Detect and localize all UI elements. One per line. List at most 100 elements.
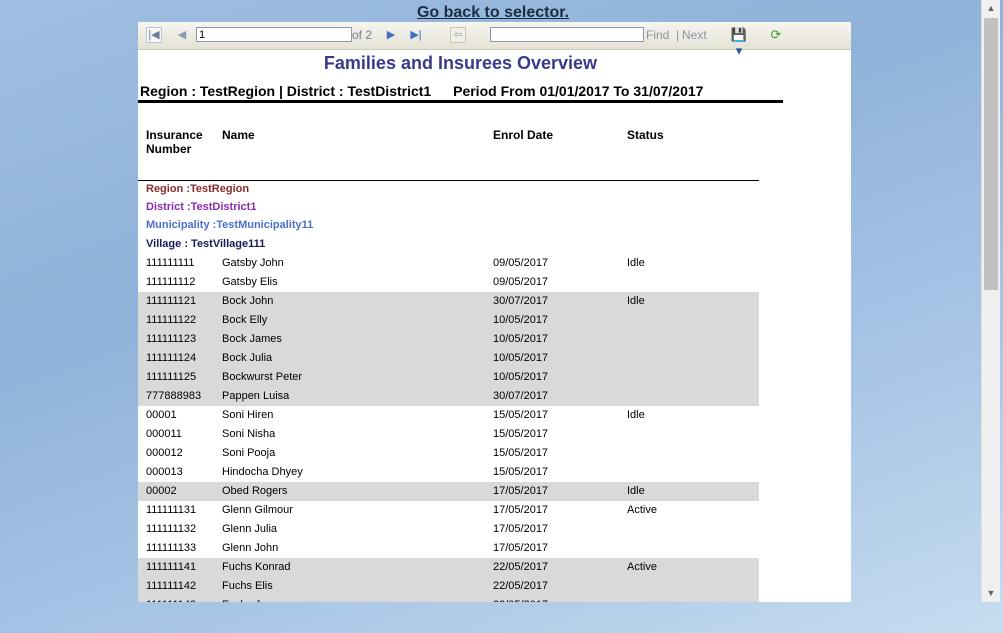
enrol-date-cell: 10/05/2017: [493, 314, 549, 326]
insurance-number-cell: 111111122: [146, 314, 197, 326]
header-status: Status: [627, 128, 664, 142]
report-subtitle: Region : TestRegion | District : TestDis…: [140, 83, 703, 99]
name-cell: Glenn Julia: [222, 523, 278, 535]
table-row: 111111125 Bockwurst Peter 10/05/2017: [138, 368, 759, 387]
find-next-link[interactable]: Next: [682, 27, 707, 43]
name-cell: Fuchs Jane: [222, 596, 279, 602]
page-count: of 2: [352, 28, 373, 42]
page-number-input[interactable]: [196, 27, 352, 42]
name-cell: Hindocha Dhyey: [222, 466, 303, 478]
name-cell: Bock Elly: [222, 314, 268, 326]
header-name: Name: [222, 128, 255, 142]
table-row: 00002 Obed Rogers 17/05/2017 Idle: [138, 482, 759, 501]
next-page-icon[interactable]: ▶: [383, 27, 399, 43]
name-cell: Gatsby Elis: [222, 276, 278, 288]
table-row: 111111131 Glenn Gilmour 17/05/2017 Active: [138, 501, 759, 520]
name-cell: Soni Nisha: [222, 428, 276, 440]
header-enrol-date: Enrol Date: [493, 128, 554, 142]
table-row: 111111121 Bock John 30/07/2017 Idle: [138, 292, 759, 311]
table-row: 111111112 Gatsby Elis 09/05/2017: [138, 273, 759, 292]
insurance-number-cell: 00002: [146, 485, 177, 497]
name-cell: Fuchs Elis: [222, 580, 273, 592]
enrol-date-cell: 22/05/2017: [493, 580, 549, 592]
table-row: 000011 Soni Nisha 15/05/2017: [138, 425, 759, 444]
region-district-label: Region : TestRegion | District : TestDis…: [140, 83, 432, 99]
insurance-number-cell: 777888983: [146, 390, 202, 402]
enrol-date-cell: 17/05/2017: [493, 485, 549, 497]
insurance-number-cell: 000012: [146, 447, 183, 459]
enrol-date-cell: 15/05/2017: [493, 466, 549, 478]
table-row: 111111143 Fuchs Jane 22/05/2017: [138, 596, 759, 602]
status-cell: Idle: [627, 257, 645, 269]
back-to-parent-icon[interactable]: ⇦: [450, 27, 466, 43]
table-row: 000012 Soni Pooja 15/05/2017: [138, 444, 759, 463]
insurance-number-cell: 111111143: [146, 596, 196, 602]
name-cell: Gatsby John: [222, 257, 284, 269]
name-cell: Glenn John: [222, 542, 279, 554]
enrol-date-cell: 22/05/2017: [493, 561, 549, 573]
table-row: 111111133 Glenn John 17/05/2017: [138, 539, 759, 558]
report-toolbar: |◀ ◀ of 2 ▶ ▶| ⇦ Find | Next 💾▾ ⟳: [138, 22, 851, 58]
scroll-up-icon[interactable]: ▲: [982, 0, 1000, 17]
previous-page-icon[interactable]: ◀: [174, 27, 190, 43]
table-row: 777888983 Pappen Luisa 30/07/2017: [138, 387, 759, 406]
name-cell: Fuchs Konrad: [222, 561, 291, 573]
enrol-date-cell: 22/05/2017: [493, 596, 548, 602]
enrol-date-cell: 10/05/2017: [493, 371, 549, 383]
vertical-scrollbar[interactable]: ▲ ▼: [981, 0, 1000, 602]
insurance-number-cell: 111111141: [146, 561, 197, 573]
insurance-number-cell: 111111111: [146, 257, 195, 269]
first-page-icon[interactable]: |◀: [146, 27, 162, 43]
enrol-date-cell: 09/05/2017: [493, 257, 549, 269]
status-cell: Idle: [627, 409, 645, 421]
enrol-date-cell: 17/05/2017: [493, 523, 549, 535]
status-cell: Idle: [627, 485, 645, 497]
insurance-number-cell: 00001: [146, 409, 177, 421]
find-input[interactable]: [490, 27, 644, 42]
header-insurance-number: Insurance Number: [146, 128, 203, 156]
scroll-down-icon[interactable]: ▼: [982, 585, 1000, 602]
name-cell: Bock Julia: [222, 352, 273, 364]
name-cell: Glenn Gilmour: [222, 504, 293, 516]
find-link[interactable]: Find: [646, 27, 669, 43]
period-label: Period From 01/01/2017 To 31/07/2017: [453, 83, 704, 99]
enrol-date-cell: 10/05/2017: [493, 333, 549, 345]
table-row: 00001 Soni Hiren 15/05/2017 Idle: [138, 406, 759, 425]
group-district: District :TestDistrict1: [146, 201, 257, 213]
go-back-link[interactable]: Go back to selector.: [0, 4, 986, 22]
name-cell: Soni Hiren: [222, 409, 274, 421]
name-cell: Bock James: [222, 333, 282, 345]
enrol-date-cell: 30/07/2017: [493, 295, 549, 307]
insurance-number-cell: 111111124: [146, 352, 197, 364]
report-viewer: |◀ ◀ of 2 ▶ ▶| ⇦ Find | Next 💾▾ ⟳ Famili…: [138, 22, 851, 602]
table-row: 111111142 Fuchs Elis 22/05/2017: [138, 577, 759, 596]
export-save-icon[interactable]: 💾▾: [728, 27, 750, 58]
scroll-thumb[interactable]: [984, 18, 998, 290]
table-row: 111111141 Fuchs Konrad 22/05/2017 Active: [138, 558, 759, 577]
enrol-date-cell: 17/05/2017: [493, 504, 549, 516]
table-row: 111111132 Glenn Julia 17/05/2017: [138, 520, 759, 539]
refresh-icon[interactable]: ⟳: [768, 27, 784, 43]
group-village: Village : TestVillage111: [146, 238, 266, 250]
status-cell: Active: [627, 504, 657, 516]
enrol-date-cell: 15/05/2017: [493, 428, 549, 440]
insurance-number-cell: 111111125: [146, 371, 197, 383]
insurance-number-cell: 000013: [146, 466, 183, 478]
insuree-table: 111111111 Gatsby John 09/05/2017 Idle 111111…: [138, 254, 759, 602]
name-cell: Bock John: [222, 295, 274, 307]
header-divider: [138, 180, 759, 181]
status-cell: Idle: [627, 295, 645, 307]
title-divider: [138, 100, 783, 103]
table-row: 111111111 Gatsby John 09/05/2017 Idle: [138, 254, 759, 273]
enrol-date-cell: 30/07/2017: [493, 390, 549, 402]
group-region: Region :TestRegion: [146, 183, 250, 195]
enrol-date-cell: 15/05/2017: [493, 447, 549, 459]
last-page-icon[interactable]: ▶|: [408, 27, 424, 43]
enrol-date-cell: 17/05/2017: [493, 542, 549, 554]
find-separator: |: [676, 28, 680, 42]
table-row: 000013 Hindocha Dhyey 15/05/2017: [138, 463, 759, 482]
name-cell: Obed Rogers: [222, 485, 288, 497]
insurance-number-cell: 111111123: [146, 333, 197, 345]
insurance-number-cell: 111111121: [146, 295, 197, 307]
enrol-date-cell: 15/05/2017: [493, 409, 549, 421]
